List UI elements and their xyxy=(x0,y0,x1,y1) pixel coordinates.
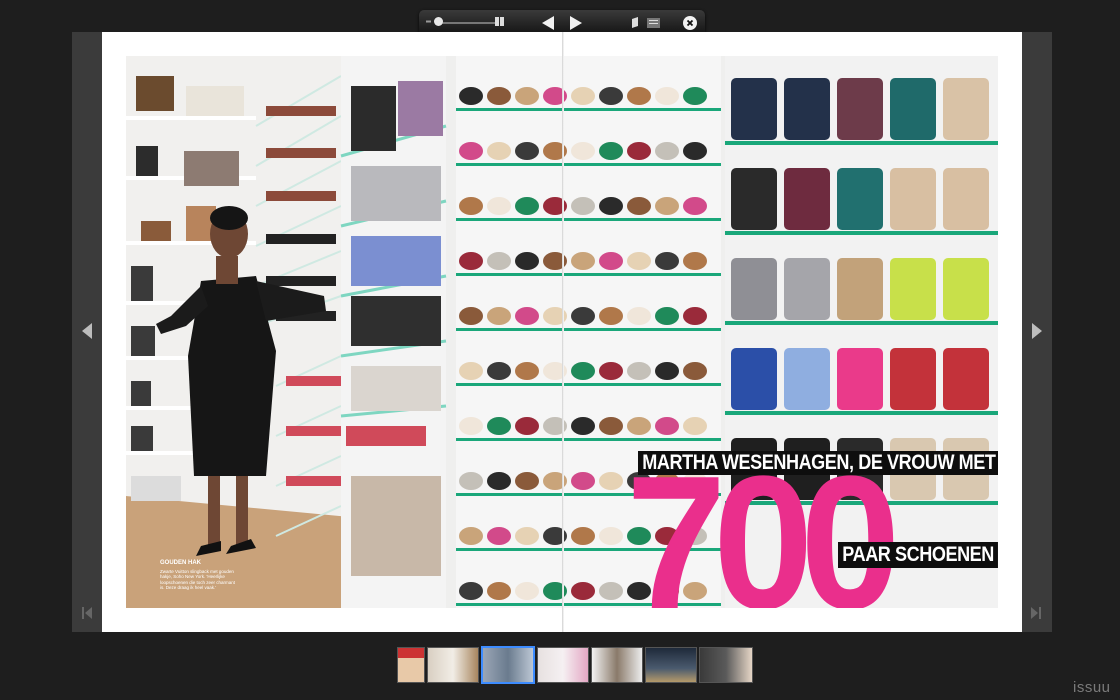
next-spread-icon[interactable] xyxy=(1030,321,1044,341)
thumbnail-page-7[interactable] xyxy=(699,647,753,683)
article-subheadline: PAAR SCHOENEN xyxy=(838,542,998,568)
issuu-logo: issuu xyxy=(1073,679,1111,696)
thumbnail-page-3[interactable] xyxy=(481,646,535,684)
photo-caption-body: Zwarte Vuitton slingback met gouden hakj… xyxy=(160,568,236,591)
thumbnail-page-1[interactable] xyxy=(397,647,425,683)
last-page-icon[interactable] xyxy=(1030,606,1042,620)
download-icon[interactable] xyxy=(647,17,660,28)
next-page-icon[interactable] xyxy=(569,15,583,31)
photo-caption: GOUDEN HAK Zwarte Vuitton slingback met … xyxy=(160,560,238,591)
thumbnail-strip xyxy=(397,646,757,684)
close-icon[interactable] xyxy=(683,16,697,30)
thumbnail-page-2[interactable] xyxy=(427,647,479,683)
zoom-slider-handle[interactable] xyxy=(434,17,443,26)
thumbnail-page-5[interactable] xyxy=(591,647,643,683)
photo-caption-title: GOUDEN HAK xyxy=(160,560,202,566)
previous-page-icon[interactable] xyxy=(541,15,555,31)
grid-view-icon[interactable] xyxy=(495,17,504,26)
thumbnail-page-6[interactable] xyxy=(645,647,697,683)
magazine-spread: MARTHA WESENHAGEN, DE VROUW MET 700 PAAR… xyxy=(102,32,1022,632)
thumbnail-page-4[interactable] xyxy=(537,647,589,683)
zoom-out-icon[interactable] xyxy=(426,19,431,24)
share-icon[interactable] xyxy=(632,17,640,28)
previous-spread-icon[interactable] xyxy=(80,321,94,341)
spread-spine xyxy=(562,32,564,632)
article-big-number: 700 xyxy=(626,437,901,608)
zoom-slider-track[interactable] xyxy=(435,22,497,24)
first-page-icon[interactable] xyxy=(81,606,93,620)
